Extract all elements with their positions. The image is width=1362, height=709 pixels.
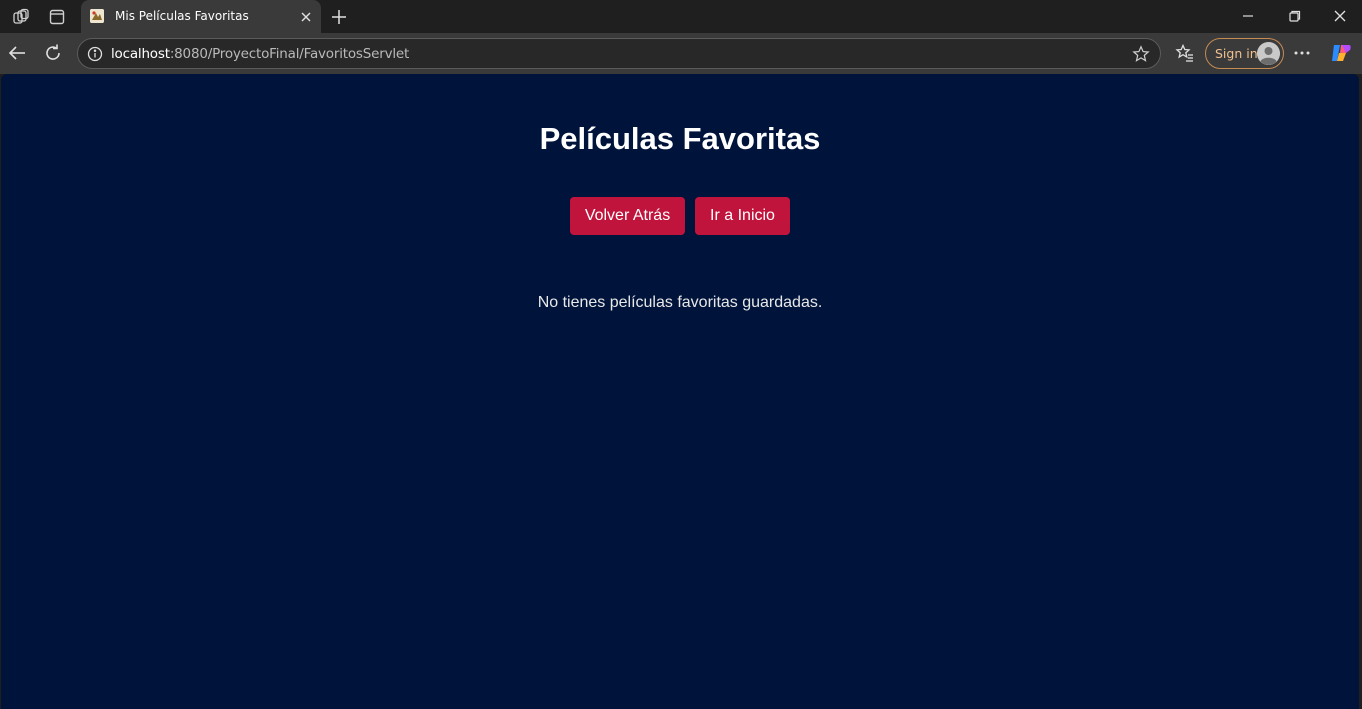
tab-favicon-icon (90, 9, 104, 23)
site-info-icon[interactable] (87, 46, 103, 62)
back-arrow-icon[interactable] (6, 42, 28, 64)
tab-title: Mis Películas Favoritas (115, 9, 249, 23)
minimize-icon[interactable] (1235, 4, 1261, 28)
restore-icon[interactable] (1281, 4, 1307, 28)
home-button[interactable]: Ir a Inicio (695, 197, 790, 235)
address-bar[interactable]: localhost:8080/ProyectoFinal/FavoritosSe… (77, 38, 1161, 69)
page-title: Películas Favoritas (539, 121, 821, 156)
favorite-star-icon[interactable] (1132, 45, 1150, 63)
back-button[interactable]: Volver Atrás (570, 197, 685, 235)
vertical-tabs-icon[interactable] (46, 6, 68, 28)
active-tab[interactable]: Mis Películas Favoritas (81, 0, 321, 33)
close-window-icon[interactable] (1327, 4, 1353, 28)
url-path: :8080/ProyectoFinal/FavoritosServlet (169, 46, 410, 62)
favorites-icon[interactable] (1175, 43, 1195, 63)
avatar (1257, 42, 1280, 65)
browser-toolbar: localhost:8080/ProyectoFinal/FavoritosSe… (0, 33, 1362, 74)
page-viewport: Películas Favoritas Volver Atrás Ir a In… (1, 74, 1359, 709)
workspaces-icon[interactable] (10, 6, 32, 28)
refresh-icon[interactable] (42, 42, 64, 64)
sign-in-label: Sign in (1215, 46, 1258, 61)
url-host: localhost (111, 46, 170, 62)
more-options-icon[interactable] (1292, 43, 1312, 63)
empty-favorites-message: No tienes películas favoritas guardadas. (537, 294, 823, 311)
copilot-icon[interactable] (1329, 41, 1353, 65)
tab-bar: Mis Películas Favoritas (0, 0, 1362, 33)
close-tab-icon[interactable] (297, 8, 315, 26)
url-text[interactable]: localhost:8080/ProyectoFinal/FavoritosSe… (111, 46, 409, 62)
sign-in-button[interactable]: Sign in (1205, 38, 1284, 69)
new-tab-icon[interactable] (328, 6, 350, 28)
